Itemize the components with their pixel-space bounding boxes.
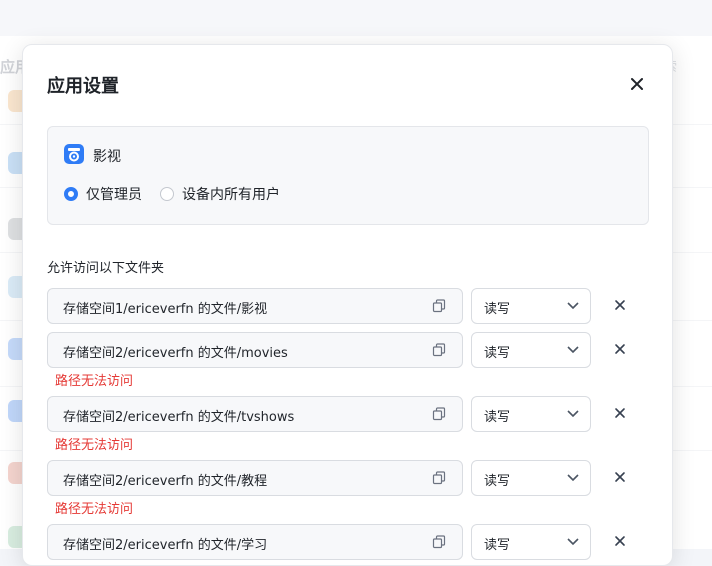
folder-path-text: 存储空间2/ericeverfn 的文件/学习 bbox=[63, 538, 268, 553]
copy-icon[interactable] bbox=[432, 535, 446, 549]
path-error-message: 路径无法访问 bbox=[55, 502, 134, 517]
close-icon[interactable] bbox=[628, 75, 646, 93]
folder-path-text: 存储空间2/ericeverfn 的文件/movies bbox=[63, 346, 288, 361]
chevron-down-icon bbox=[567, 346, 579, 354]
app-name: 影视 bbox=[93, 149, 121, 165]
remove-folder-icon[interactable] bbox=[613, 342, 627, 356]
folder-row: 存储空间2/ericeverfn 的文件/教程 读写 路径无法访问 bbox=[47, 460, 647, 517]
permission-value: 读写 bbox=[484, 474, 511, 489]
path-error-message: 路径无法访问 bbox=[55, 438, 134, 453]
permission-select[interactable]: 读写 bbox=[471, 460, 591, 496]
folder-path-text: 存储空间2/ericeverfn 的文件/tvshows bbox=[63, 410, 295, 425]
chevron-down-icon bbox=[567, 302, 579, 310]
radio-label: 设备内所有用户 bbox=[182, 187, 280, 203]
permission-select[interactable]: 读写 bbox=[471, 524, 591, 560]
app-settings-dialog: 应用设置 影视 仅管理员 设备内所有用户 允许访问以下文件夹 存储空间1/eri… bbox=[22, 44, 673, 566]
folder-path-field[interactable]: 存储空间2/ericeverfn 的文件/tvshows bbox=[47, 396, 463, 432]
chevron-down-icon bbox=[567, 538, 579, 546]
folder-path-text: 存储空间2/ericeverfn 的文件/教程 bbox=[63, 474, 268, 489]
folder-path-field[interactable]: 存储空间1/ericeverfn 的文件/影视 bbox=[47, 288, 463, 324]
folder-row: 存储空间1/ericeverfn 的文件/影视 读写 bbox=[47, 288, 647, 324]
radio-unselected-icon bbox=[160, 187, 174, 201]
radio-label: 仅管理员 bbox=[86, 187, 142, 203]
radio-selected-icon bbox=[64, 187, 78, 201]
video-app-icon bbox=[64, 144, 84, 164]
remove-folder-icon[interactable] bbox=[613, 534, 627, 548]
copy-icon[interactable] bbox=[432, 471, 446, 485]
radio-admin-only[interactable]: 仅管理员 bbox=[64, 184, 142, 204]
folder-path-text: 存储空间1/ericeverfn 的文件/影视 bbox=[63, 302, 268, 317]
copy-icon[interactable] bbox=[432, 299, 446, 313]
permission-value: 读写 bbox=[484, 346, 511, 361]
radio-all-users[interactable]: 设备内所有用户 bbox=[160, 184, 280, 204]
remove-folder-icon[interactable] bbox=[613, 470, 627, 484]
permission-select[interactable]: 读写 bbox=[471, 332, 591, 368]
permission-value: 读写 bbox=[484, 410, 511, 425]
permission-value: 读写 bbox=[484, 538, 511, 553]
permission-select[interactable]: 读写 bbox=[471, 288, 591, 324]
folder-path-field[interactable]: 存储空间2/ericeverfn 的文件/教程 bbox=[47, 460, 463, 496]
app-access-card: 影视 仅管理员 设备内所有用户 bbox=[47, 126, 649, 225]
path-error-message: 路径无法访问 bbox=[55, 374, 134, 389]
copy-icon[interactable] bbox=[432, 343, 446, 357]
remove-folder-icon[interactable] bbox=[613, 406, 627, 420]
folder-row: 存储空间2/ericeverfn 的文件/movies 读写 路径无法访问 bbox=[47, 332, 647, 389]
folders-section-label: 允许访问以下文件夹 bbox=[47, 261, 165, 276]
chevron-down-icon bbox=[567, 474, 579, 482]
copy-icon[interactable] bbox=[432, 407, 446, 421]
remove-folder-icon[interactable] bbox=[613, 298, 627, 312]
permission-select[interactable]: 读写 bbox=[471, 396, 591, 432]
folder-path-field[interactable]: 存储空间2/ericeverfn 的文件/movies bbox=[47, 332, 463, 368]
folder-row: 存储空间2/ericeverfn 的文件/学习 读写 bbox=[47, 524, 647, 560]
permission-value: 读写 bbox=[484, 302, 511, 317]
chevron-down-icon bbox=[567, 410, 579, 418]
dialog-title: 应用设置 bbox=[47, 76, 119, 97]
folder-path-field[interactable]: 存储空间2/ericeverfn 的文件/学习 bbox=[47, 524, 463, 560]
folder-row: 存储空间2/ericeverfn 的文件/tvshows 读写 路径无法访问 bbox=[47, 396, 647, 453]
